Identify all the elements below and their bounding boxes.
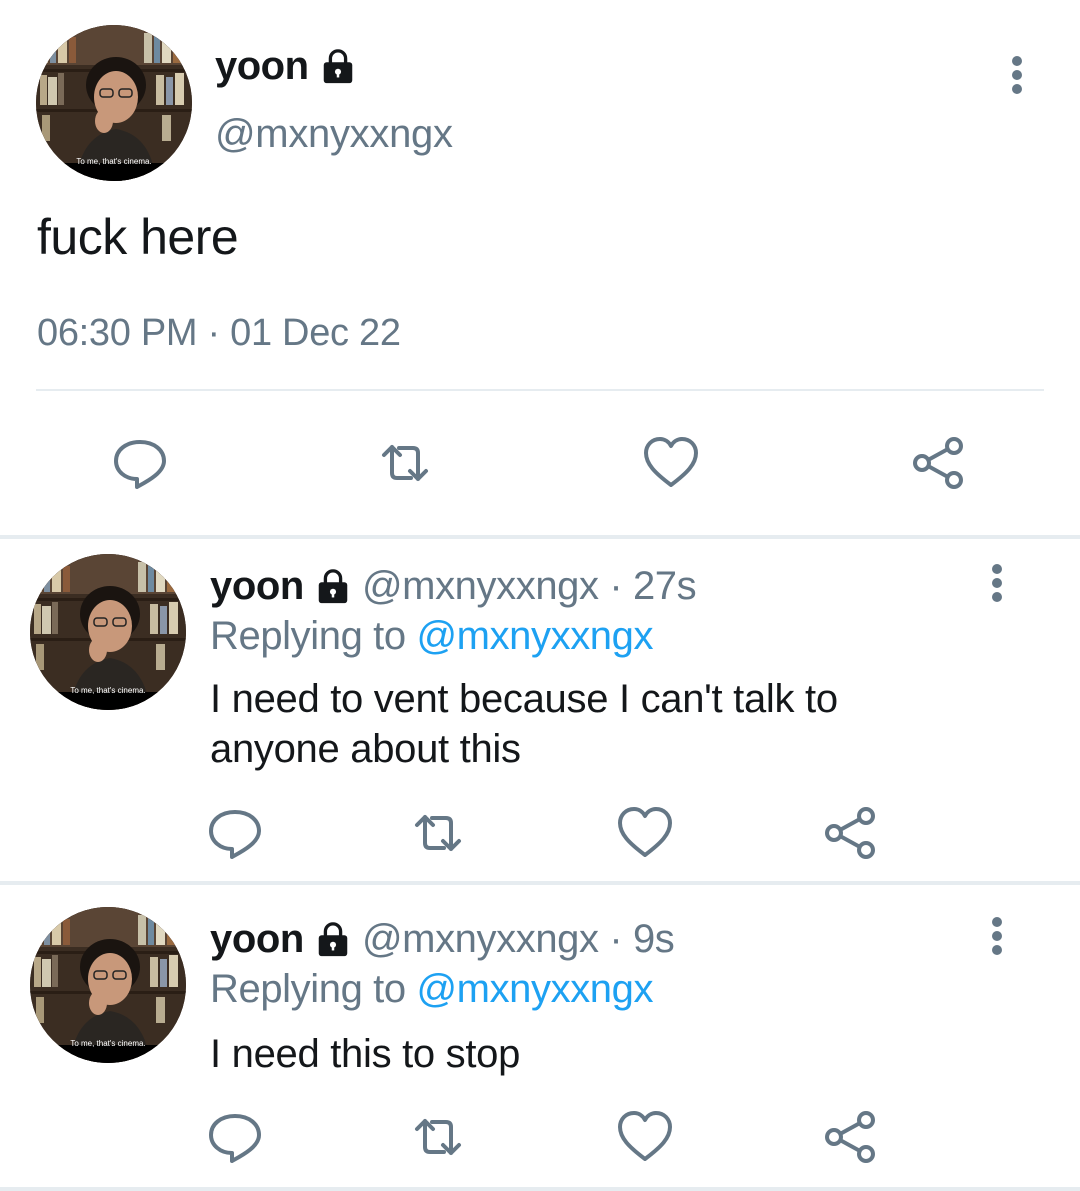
reply-meta: @mxnyxxngx · 27s xyxy=(361,564,697,608)
share-icon xyxy=(820,1107,880,1167)
retweet-icon xyxy=(375,433,435,493)
reply-meta: @mxnyxxngx · 9s xyxy=(361,917,675,961)
retweet-icon xyxy=(408,803,468,863)
avatar[interactable]: To me, that's cinema. xyxy=(30,554,186,710)
author-name-row[interactable]: yoon xyxy=(210,917,352,962)
avatar-caption: To me, that's cinema. xyxy=(70,686,146,695)
share-icon xyxy=(908,433,968,493)
more-vertical-icon[interactable] xyxy=(1010,55,1024,95)
reply-header: yoon @mxnyxxngx · 9s xyxy=(210,917,675,962)
heart-icon xyxy=(615,803,675,863)
retweet-button[interactable] xyxy=(375,433,435,493)
retweet-icon xyxy=(408,1107,468,1167)
reply-icon xyxy=(205,803,265,863)
reply-tweet: To me, that's cinema. yoon @mxnyxxngx · … xyxy=(0,539,1080,881)
share-button[interactable] xyxy=(820,1107,880,1167)
avatar-caption: To me, that's cinema. xyxy=(70,1039,146,1048)
reply-header: yoon @mxnyxxngx · 27s xyxy=(210,564,697,609)
like-button[interactable] xyxy=(615,1107,675,1167)
separator xyxy=(0,1187,1080,1191)
share-button[interactable] xyxy=(820,803,880,863)
author-name[interactable]: yoon xyxy=(210,564,304,609)
retweet-button[interactable] xyxy=(408,803,468,863)
main-tweet: To me, that's cinema. yoon @mxnyxxngx fu… xyxy=(0,0,1080,535)
more-vertical-icon[interactable] xyxy=(990,563,1004,603)
replying-to: Replying to @mxnyxxngx xyxy=(210,614,654,659)
tweet-text: fuck here xyxy=(37,209,239,265)
avatar[interactable]: To me, that's cinema. xyxy=(30,907,186,1063)
author-name-row[interactable]: yoon xyxy=(215,44,357,89)
more-vertical-icon[interactable] xyxy=(990,916,1004,956)
author-name[interactable]: yoon xyxy=(210,917,304,962)
lock-icon xyxy=(314,568,352,606)
heart-icon xyxy=(641,433,701,493)
share-icon xyxy=(820,803,880,863)
like-button[interactable] xyxy=(641,433,701,493)
replying-to: Replying to @mxnyxxngx xyxy=(210,967,654,1012)
lock-icon xyxy=(319,48,357,86)
reply-tweet: To me, that's cinema. yoon @mxnyxxngx · … xyxy=(0,885,1080,1185)
replying-to-link[interactable]: @mxnyxxngx xyxy=(416,614,653,658)
retweet-button[interactable] xyxy=(408,1107,468,1167)
replying-to-link[interactable]: @mxnyxxngx xyxy=(416,967,653,1011)
reply-button[interactable] xyxy=(110,433,170,493)
tweet-text: I need to vent because I can't talk to a… xyxy=(210,677,838,771)
avatar[interactable]: To me, that's cinema. xyxy=(36,25,192,181)
author-name-row[interactable]: yoon xyxy=(210,564,352,609)
avatar-caption: To me, that's cinema. xyxy=(76,157,152,166)
reply-icon xyxy=(205,1107,265,1167)
lock-icon xyxy=(314,921,352,959)
tweet-timestamp: 06:30 PM · 01 Dec 22 xyxy=(37,312,401,354)
replying-to-label: Replying to xyxy=(210,967,406,1011)
like-button[interactable] xyxy=(615,803,675,863)
tweet-text: I need this to stop xyxy=(210,1032,521,1076)
reply-button[interactable] xyxy=(205,1107,265,1167)
reply-icon xyxy=(110,433,170,493)
author-name[interactable]: yoon xyxy=(215,44,309,89)
share-button[interactable] xyxy=(908,433,968,493)
reply-button[interactable] xyxy=(205,803,265,863)
author-handle[interactable]: @mxnyxxngx xyxy=(215,112,453,157)
replying-to-label: Replying to xyxy=(210,614,406,658)
divider xyxy=(36,389,1044,391)
heart-icon xyxy=(615,1107,675,1167)
